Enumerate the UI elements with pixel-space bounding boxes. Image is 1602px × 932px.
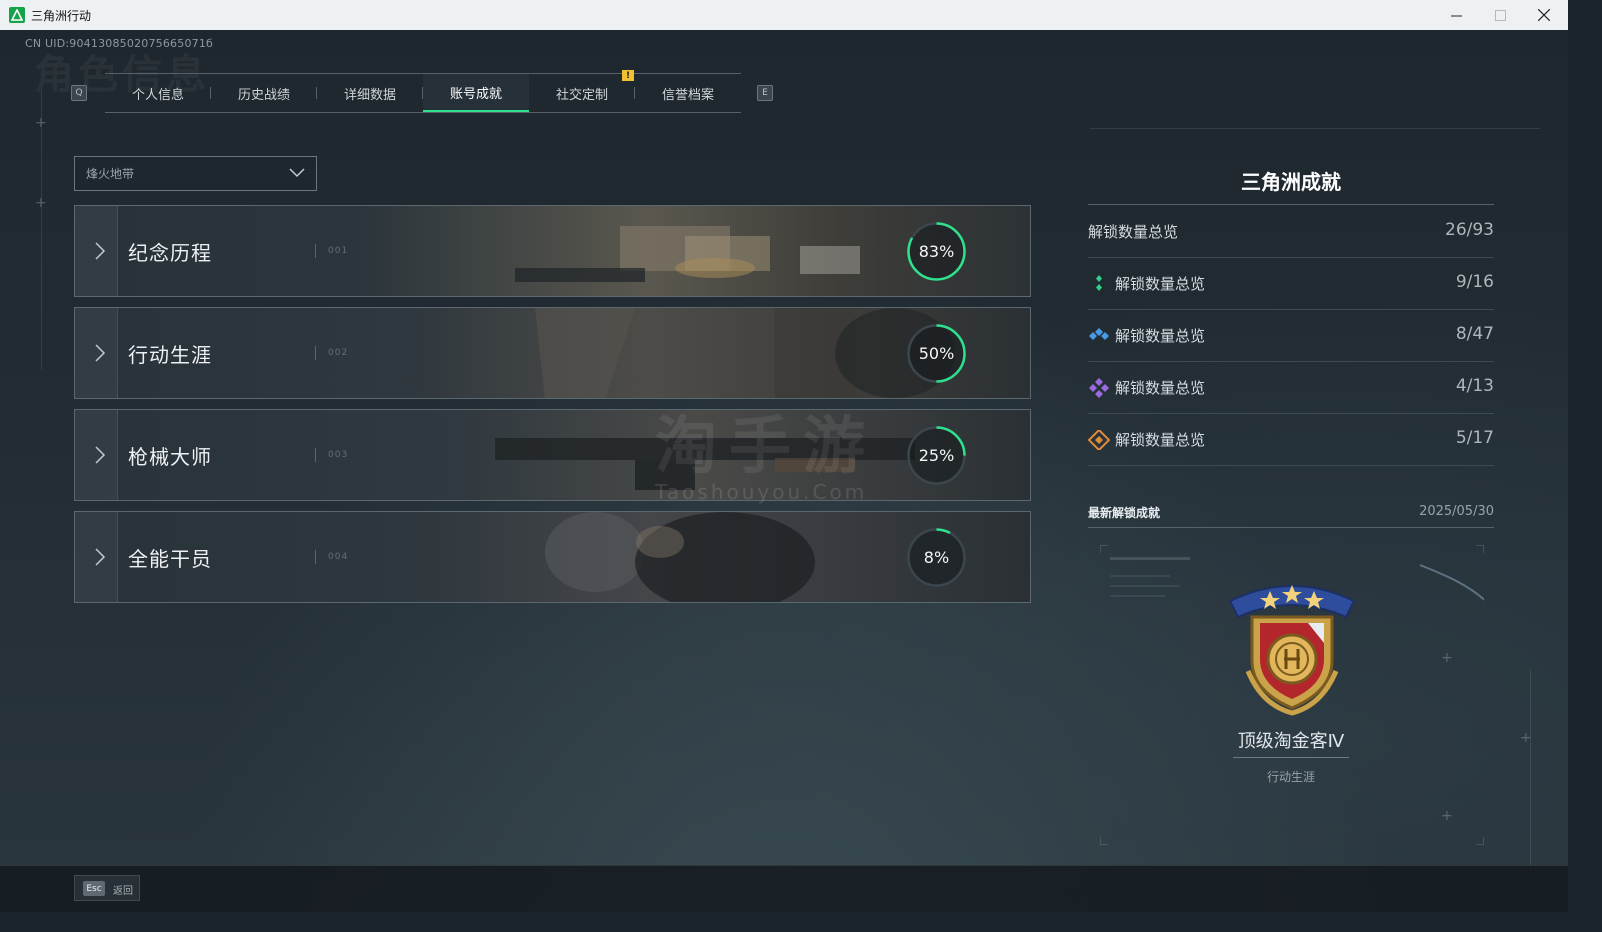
footer-bar: Esc 返回 [0,865,1568,912]
stat-row-orange-tier: 解锁数量总览 5/17 [1088,414,1494,466]
card-divider [315,448,316,462]
category-title: 纪念历程 [128,241,212,265]
category-title: 行动生涯 [128,343,212,367]
latest-achievement-date: 2025/05/30 [1419,504,1494,519]
purple-tier-icon [1089,378,1109,398]
tab-social-customization[interactable]: 社交定制 [529,74,635,112]
maximize-button[interactable] [1478,0,1522,30]
category-card-all-round-operator[interactable]: 全能干员 004 8% [74,511,1031,603]
badge-divider [1233,757,1349,758]
stat-label: 解锁数量总览 [1115,379,1206,397]
category-index: 003 [328,450,349,460]
stat-row-total: 解锁数量总览 26/93 [1088,206,1494,258]
stat-value: 5/17 [1455,428,1494,448]
card-background-art [75,308,1030,398]
stat-value: 4/13 [1455,376,1494,396]
tab-label: 信誉档案 [661,87,714,103]
tab-label: 个人信息 [131,87,184,103]
decor-grid-line [41,90,42,370]
stat-value: 8/47 [1455,324,1494,344]
blue-tier-icon [1089,328,1109,340]
decor-crosshair: + [35,115,47,131]
card-divider [315,550,316,564]
category-card-operations-career[interactable]: 行动生涯 002 50% [74,307,1031,399]
tab-label: 账号成就 [449,86,502,102]
decor-grid-line [1530,670,1531,870]
category-title: 全能干员 [128,547,212,571]
decor-grid-line [1090,128,1540,129]
latest-achievement-name: 顶级淘金客Ⅳ [1237,731,1345,752]
stat-row-green-tier: 解锁数量总览 9/16 [1088,258,1494,310]
tab-match-history[interactable]: 历史战绩 [211,74,317,112]
back-button[interactable]: Esc 返回 [74,875,140,901]
site-watermark-en: Taoshouyou.Com [655,480,868,504]
window-title: 三角洲行动 [31,9,92,23]
notification-badge: ! [622,70,634,81]
category-percent: 25% [918,446,955,465]
stat-row-purple-tier: 解锁数量总览 4/13 [1088,362,1494,414]
chevron-down-icon [289,168,305,178]
tab-detailed-data[interactable]: 详细数据 [317,74,423,112]
card-background-art [75,206,1030,296]
stat-label: 解锁数量总览 [1115,275,1206,293]
tab-label: 详细数据 [343,87,396,103]
chevron-right-icon [95,242,106,260]
green-tier-icon [1096,275,1102,291]
stat-row-blue-tier: 解锁数量总览 8/47 [1088,310,1494,362]
achievement-medal-icon [1228,585,1356,716]
latest-achievement-header: 最新解锁成就 [1088,506,1161,520]
stat-value: 26/93 [1445,220,1494,240]
mode-select[interactable]: 烽火地带 [74,156,317,191]
chevron-right-icon [95,446,106,464]
category-title: 枪械大师 [128,445,212,469]
main-area: 角色信息 CN UID:9041308502075665071б + + + +… [0,30,1568,912]
chevron-right-icon [95,344,106,362]
panel-divider [1088,204,1494,205]
achievements-panel-title: 三角洲成就 [1241,170,1341,194]
tab-label: 社交定制 [555,87,608,103]
close-button[interactable] [1522,0,1566,30]
stat-label: 解锁数量总览 [1115,431,1206,449]
card-background-art [75,512,1030,602]
tab-account-achievements[interactable]: 账号成就 [423,74,529,112]
stat-label: 解锁数量总览 [1088,223,1179,241]
tab-label: 历史战绩 [237,87,290,103]
card-divider [315,244,316,258]
minimize-button[interactable] [1434,0,1478,30]
category-percent: 50% [918,344,955,363]
latest-achievement-category: 行动生涯 [1266,770,1315,784]
category-card-weapon-master[interactable]: 枪械大师 003 25% [74,409,1031,501]
stat-label: 解锁数量总览 [1115,327,1206,345]
chevron-right-icon [95,548,106,566]
window-titlebar: 三角洲行动 [0,0,1568,30]
tab-bar: 个人信息 历史战绩 详细数据 账号成就 社交定制 信誉档案 [105,73,741,113]
prev-tab-key-hint[interactable]: Q [71,85,87,101]
decor-crosshair: + [35,195,47,211]
category-percent: 83% [918,242,955,261]
card-background-art [75,410,1030,500]
panel-divider [1088,527,1494,528]
card-divider [315,346,316,360]
esc-key-icon: Esc [83,881,105,896]
site-watermark-cn: 淘手游 [655,409,878,482]
tab-personal-info[interactable]: 个人信息 [105,74,211,112]
category-index: 001 [328,246,349,256]
category-index: 004 [328,552,349,562]
app-logo-icon [9,7,25,23]
category-index: 002 [328,348,349,358]
next-tab-key-hint[interactable]: E [757,85,773,101]
user-uid: CN UID:9041308502075665071б [25,37,214,50]
category-percent: 8% [923,548,950,567]
back-label: 返回 [113,886,133,897]
category-card-memorial[interactable]: 纪念历程 001 83% [74,205,1031,297]
decor-crosshair: + [1520,730,1532,746]
mode-select-value: 烽火地带 [86,167,135,181]
orange-tier-icon [1088,430,1110,450]
tab-credit-record[interactable]: 信誉档案 [635,74,741,112]
stat-value: 9/16 [1455,272,1494,292]
